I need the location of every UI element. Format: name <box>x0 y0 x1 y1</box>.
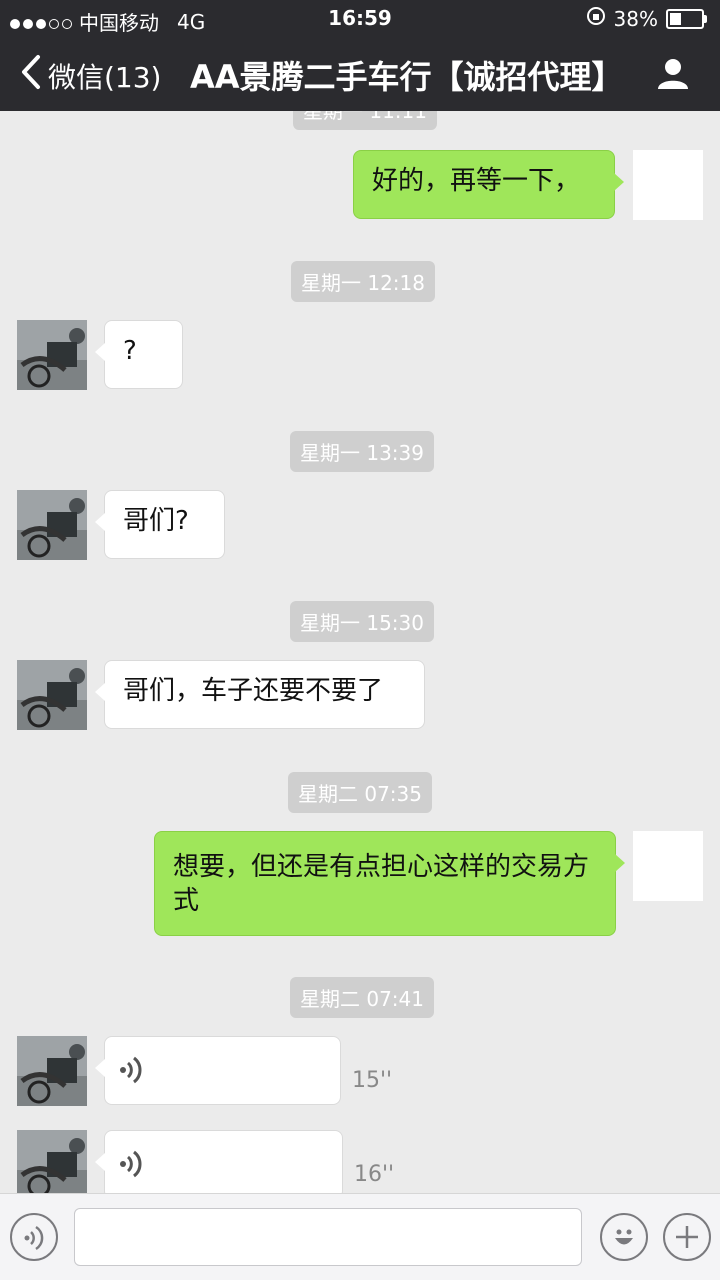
avatar-contact[interactable] <box>17 1130 87 1193</box>
battery-icon <box>666 8 707 29</box>
avatar-contact[interactable] <box>17 660 87 730</box>
avatar-self[interactable] <box>633 831 703 901</box>
voice-input-button[interactable] <box>10 1213 58 1261</box>
more-button[interactable] <box>663 1213 711 1261</box>
orientation-lock-icon <box>586 6 606 31</box>
chat-area[interactable]: 星期一 11:11 好的，再等一下， 星期一 12:18 ? 星期一 13:39… <box>0 111 720 1193</box>
voice-icon <box>23 1224 47 1256</box>
timestamp: 星期一 13:39 <box>290 431 434 472</box>
plus-icon <box>673 1223 701 1255</box>
chevron-left-icon <box>20 54 42 97</box>
message-bubble-incoming[interactable]: 哥们? <box>95 490 225 559</box>
message-bubble-outgoing[interactable]: 好的，再等一下， <box>353 150 624 219</box>
chat-title: AA景腾二手车行【诚招代理】 <box>190 58 624 96</box>
avatar-self[interactable] <box>633 150 703 220</box>
voice-duration: 15'' <box>352 1068 393 1093</box>
message-bubble-incoming[interactable]: 哥们，车子还要不要了 <box>95 660 425 729</box>
input-bar <box>0 1193 720 1280</box>
contact-info-button[interactable] <box>656 56 690 94</box>
avatar-contact[interactable] <box>17 1036 87 1106</box>
timestamp: 星期一 15:30 <box>290 601 434 642</box>
status-right: 38% <box>586 6 707 31</box>
voice-message[interactable] <box>95 1130 343 1193</box>
timestamp: 星期二 07:41 <box>290 977 434 1018</box>
header: 中国移动 4G 16:59 38% 微信(13) AA景腾二手车行【诚招代理】 <box>0 0 720 111</box>
message-input[interactable] <box>74 1208 582 1266</box>
timestamp: 星期二 07:35 <box>288 772 432 813</box>
person-icon <box>656 59 690 94</box>
avatar-contact[interactable] <box>17 320 87 390</box>
emoji-icon <box>608 1221 640 1257</box>
timestamp: 星期一 11:11 <box>293 111 437 130</box>
back-label: 微信(13) <box>48 60 162 94</box>
voice-icon <box>119 1150 145 1186</box>
avatar-contact[interactable] <box>17 490 87 560</box>
voice-icon <box>119 1056 145 1092</box>
timestamp: 星期一 12:18 <box>291 261 435 302</box>
status-bar: 中国移动 4G 16:59 38% <box>0 0 720 36</box>
battery-percent: 38% <box>613 6 658 31</box>
voice-duration: 16'' <box>354 1162 395 1187</box>
message-bubble-incoming[interactable]: ? <box>95 320 183 389</box>
voice-message[interactable] <box>95 1036 341 1105</box>
back-button[interactable]: 微信(13) <box>20 54 161 97</box>
nav-bar: 微信(13) AA景腾二手车行【诚招代理】 <box>0 36 720 111</box>
message-bubble-outgoing[interactable]: 想要，但还是有点担心这样的交易方式 <box>154 831 625 936</box>
emoji-button[interactable] <box>600 1213 648 1261</box>
